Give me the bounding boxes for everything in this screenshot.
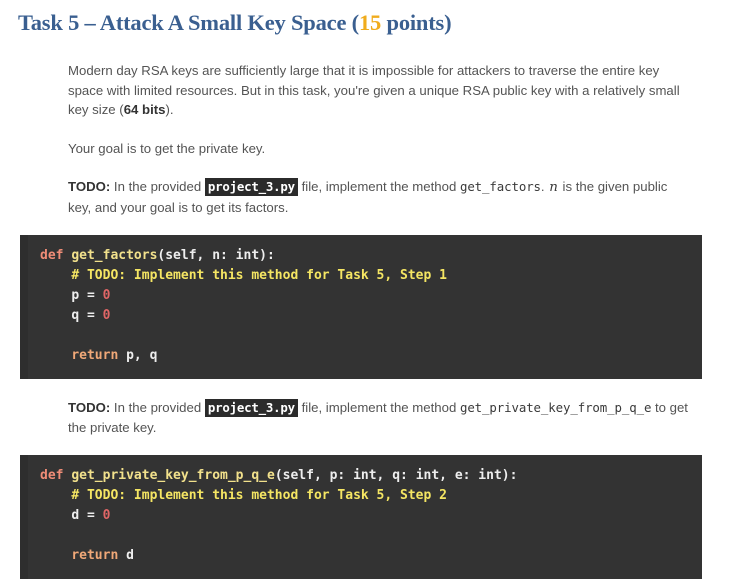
code2-return-value: d	[118, 548, 134, 564]
todo-paragraph-2: TODO: In the provided project_3.py file,…	[68, 398, 693, 437]
code2-def-keyword: def	[40, 468, 64, 484]
code-block-2-wrapper: def get_private_key_from_p_q_e(self, p: …	[0, 455, 743, 579]
project-file-name-2: project_3.py	[204, 399, 298, 418]
page-title: Task 5 – Attack A Small Key Space (15 po…	[0, 0, 743, 37]
goal-paragraph: Your goal is to get the private key.	[68, 140, 266, 156]
todo1-text-part-1: In the provided	[110, 179, 205, 195]
code1-return-value: p, q	[118, 348, 158, 364]
code-block-get-factors[interactable]: def get_factors(self, n: int): # TODO: I…	[20, 235, 702, 380]
intro-paragraph: Modern day RSA keys are sufficiently lar…	[68, 61, 693, 120]
project-file-name: project_3.py	[204, 178, 298, 197]
page-title-prefix: Task 5 – Attack A Small Key Space (	[18, 10, 359, 35]
todo2-text-part-2: file, implement the method	[297, 400, 460, 416]
code2-return-keyword: return	[71, 548, 119, 564]
code1-p-value: 0	[102, 288, 111, 304]
code1-p-assign: p =	[71, 288, 103, 304]
points-value: 15	[358, 10, 382, 35]
method-name-get-private-key: get_private_key_from_p_q_e	[459, 400, 652, 416]
method-name-get-factors: get_factors	[459, 179, 541, 195]
todo1-text-part-2: file, implement the method	[297, 179, 460, 195]
code1-def-keyword: def	[40, 248, 64, 264]
task-content: Modern day RSA keys are sufficiently lar…	[0, 61, 743, 217]
code2-d-value: 0	[102, 508, 111, 524]
todo-paragraph-1: TODO: In the provided project_3.py file,…	[68, 177, 693, 217]
todo2-text-part-1: In the provided	[110, 400, 205, 416]
task-content-2: TODO: In the provided project_3.py file,…	[0, 398, 743, 437]
code-block-get-private-key[interactable]: def get_private_key_from_p_q_e(self, p: …	[20, 455, 702, 579]
code-block-1-content: def get_factors(self, n: int): # TODO: I…	[20, 235, 702, 379]
code2-signature: (self, p: int, q: int, e: int):	[274, 468, 518, 484]
code1-q-assign: q =	[71, 308, 103, 324]
intro-text-part-2: ).	[165, 102, 174, 118]
code1-q-value: 0	[102, 308, 111, 324]
code1-signature: (self, n: int):	[157, 248, 275, 264]
todo-label-2: TODO:	[68, 400, 111, 416]
code1-function-name: get_factors	[71, 248, 158, 264]
code2-comment: # TODO: Implement this method for Task 5…	[71, 488, 447, 504]
todo-label: TODO:	[68, 179, 111, 195]
code2-function-name: get_private_key_from_p_q_e	[71, 468, 275, 484]
code-block-1-wrapper: def get_factors(self, n: int): # TODO: I…	[0, 235, 743, 380]
key-size-bold: 64 bits	[123, 102, 166, 118]
code2-d-assign: d =	[71, 508, 103, 524]
math-variable-n: n	[549, 180, 558, 196]
code1-comment: # TODO: Implement this method for Task 5…	[71, 268, 447, 284]
code-block-2-content: def get_private_key_from_p_q_e(self, p: …	[20, 455, 702, 579]
page-title-suffix: points)	[381, 10, 452, 35]
code1-return-keyword: return	[71, 348, 119, 364]
